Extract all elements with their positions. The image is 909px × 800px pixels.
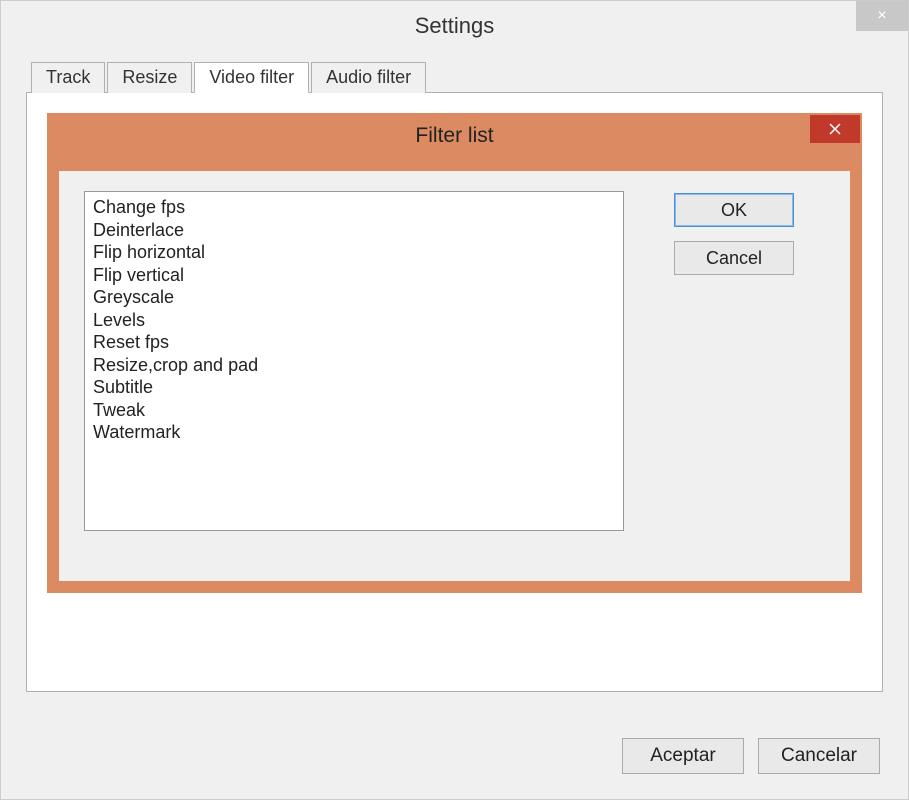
tab-container: Track Resize Video filter Audio filter F… bbox=[26, 61, 883, 692]
dialog-body: Change fps Deinterlace Flip horizontal F… bbox=[59, 171, 850, 581]
window-close-button[interactable]: × bbox=[856, 1, 908, 31]
cancel-button[interactable]: Cancelar bbox=[758, 738, 880, 774]
list-item[interactable]: Deinterlace bbox=[91, 219, 617, 242]
titlebar: Settings × bbox=[1, 1, 908, 51]
filter-listbox[interactable]: Change fps Deinterlace Flip horizontal F… bbox=[84, 191, 624, 531]
list-item[interactable]: Levels bbox=[91, 309, 617, 332]
button-label: Cancelar bbox=[781, 745, 857, 767]
tab-video-filter[interactable]: Video filter bbox=[194, 62, 309, 93]
tab-label: Video filter bbox=[209, 67, 294, 87]
dialog-titlebar: Filter list bbox=[47, 113, 862, 159]
tab-track[interactable]: Track bbox=[31, 62, 105, 93]
tab-resize[interactable]: Resize bbox=[107, 62, 192, 93]
dialog-buttons: OK Cancel bbox=[674, 191, 794, 531]
close-icon: × bbox=[877, 7, 886, 25]
footer-buttons: Aceptar Cancelar bbox=[622, 738, 880, 774]
filter-list-dialog: Filter list Change fps Deint bbox=[47, 113, 862, 593]
tab-panel: Filter list Change fps Deint bbox=[26, 92, 883, 692]
list-item[interactable]: Watermark bbox=[91, 421, 617, 444]
tab-label: Audio filter bbox=[326, 67, 411, 87]
tab-label: Resize bbox=[122, 67, 177, 87]
dialog-close-button[interactable] bbox=[810, 115, 860, 143]
close-icon bbox=[829, 123, 841, 135]
tab-strip: Track Resize Video filter Audio filter bbox=[31, 61, 883, 92]
accept-button[interactable]: Aceptar bbox=[622, 738, 744, 774]
list-item[interactable]: Flip horizontal bbox=[91, 241, 617, 264]
button-label: Aceptar bbox=[650, 745, 715, 767]
tab-audio-filter[interactable]: Audio filter bbox=[311, 62, 426, 93]
dialog-title: Filter list bbox=[415, 124, 493, 148]
list-item[interactable]: Tweak bbox=[91, 399, 617, 422]
window-title: Settings bbox=[415, 13, 495, 39]
list-item[interactable]: Resize,crop and pad bbox=[91, 354, 617, 377]
button-label: Cancel bbox=[706, 248, 762, 269]
dialog-body-wrap: Change fps Deinterlace Flip horizontal F… bbox=[47, 159, 862, 593]
cancel-button[interactable]: Cancel bbox=[674, 241, 794, 275]
list-item[interactable]: Flip vertical bbox=[91, 264, 617, 287]
list-item[interactable]: Subtitle bbox=[91, 376, 617, 399]
list-item[interactable]: Greyscale bbox=[91, 286, 617, 309]
ok-button[interactable]: OK bbox=[674, 193, 794, 227]
settings-window: Settings × Track Resize Video filter Aud… bbox=[0, 0, 909, 800]
button-label: OK bbox=[721, 200, 747, 221]
list-item[interactable]: Reset fps bbox=[91, 331, 617, 354]
list-item[interactable]: Change fps bbox=[91, 196, 617, 219]
tab-label: Track bbox=[46, 67, 90, 87]
content-area: Track Resize Video filter Audio filter F… bbox=[1, 51, 908, 712]
